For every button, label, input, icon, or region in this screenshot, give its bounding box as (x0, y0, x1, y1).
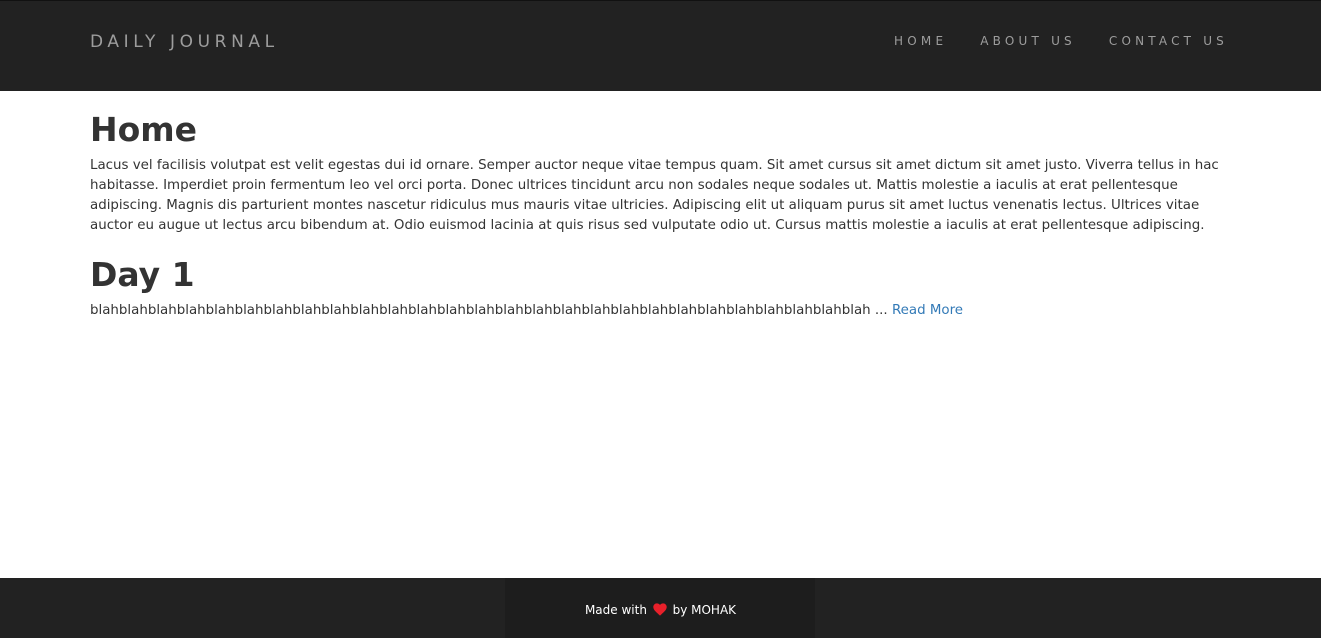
nav-link-about-us[interactable]: ABOUT US (980, 34, 1076, 48)
heart-icon (653, 603, 667, 619)
top-navbar: DAILY JOURNAL HOME ABOUT US CONTACT US (0, 0, 1321, 91)
brand-logo-link[interactable]: DAILY JOURNAL (90, 32, 279, 52)
post-excerpt: blahblahblahblahblahblahblahblahblahblah… (90, 301, 1231, 321)
footer-credit: Made with by MOHAK (0, 603, 1321, 619)
main-content: Home Lacus vel facilisis volutpat est ve… (90, 91, 1231, 321)
footer: Made with by MOHAK (0, 578, 1321, 638)
page-title: Home (90, 110, 198, 149)
nav-link-home[interactable]: HOME (894, 34, 947, 48)
post-title: Day 1 (90, 254, 195, 294)
footer-made-with-text: Made with (584, 603, 647, 617)
page-intro-text: Lacus vel facilisis volutpat est velit e… (90, 157, 1219, 233)
nav-menu: HOME ABOUT US CONTACT US (861, 34, 1228, 48)
nav-link-contact-us[interactable]: CONTACT US (1109, 34, 1228, 48)
read-more-link[interactable]: Read More (892, 303, 963, 318)
post-excerpt-text: blahblahblahblahblahblahblahblahblahblah… (90, 302, 888, 318)
footer-by-text: by MOHAK (672, 603, 737, 617)
post-entry: Day 1 blahblahblahblahblahblahblahblahbl… (90, 254, 1231, 321)
